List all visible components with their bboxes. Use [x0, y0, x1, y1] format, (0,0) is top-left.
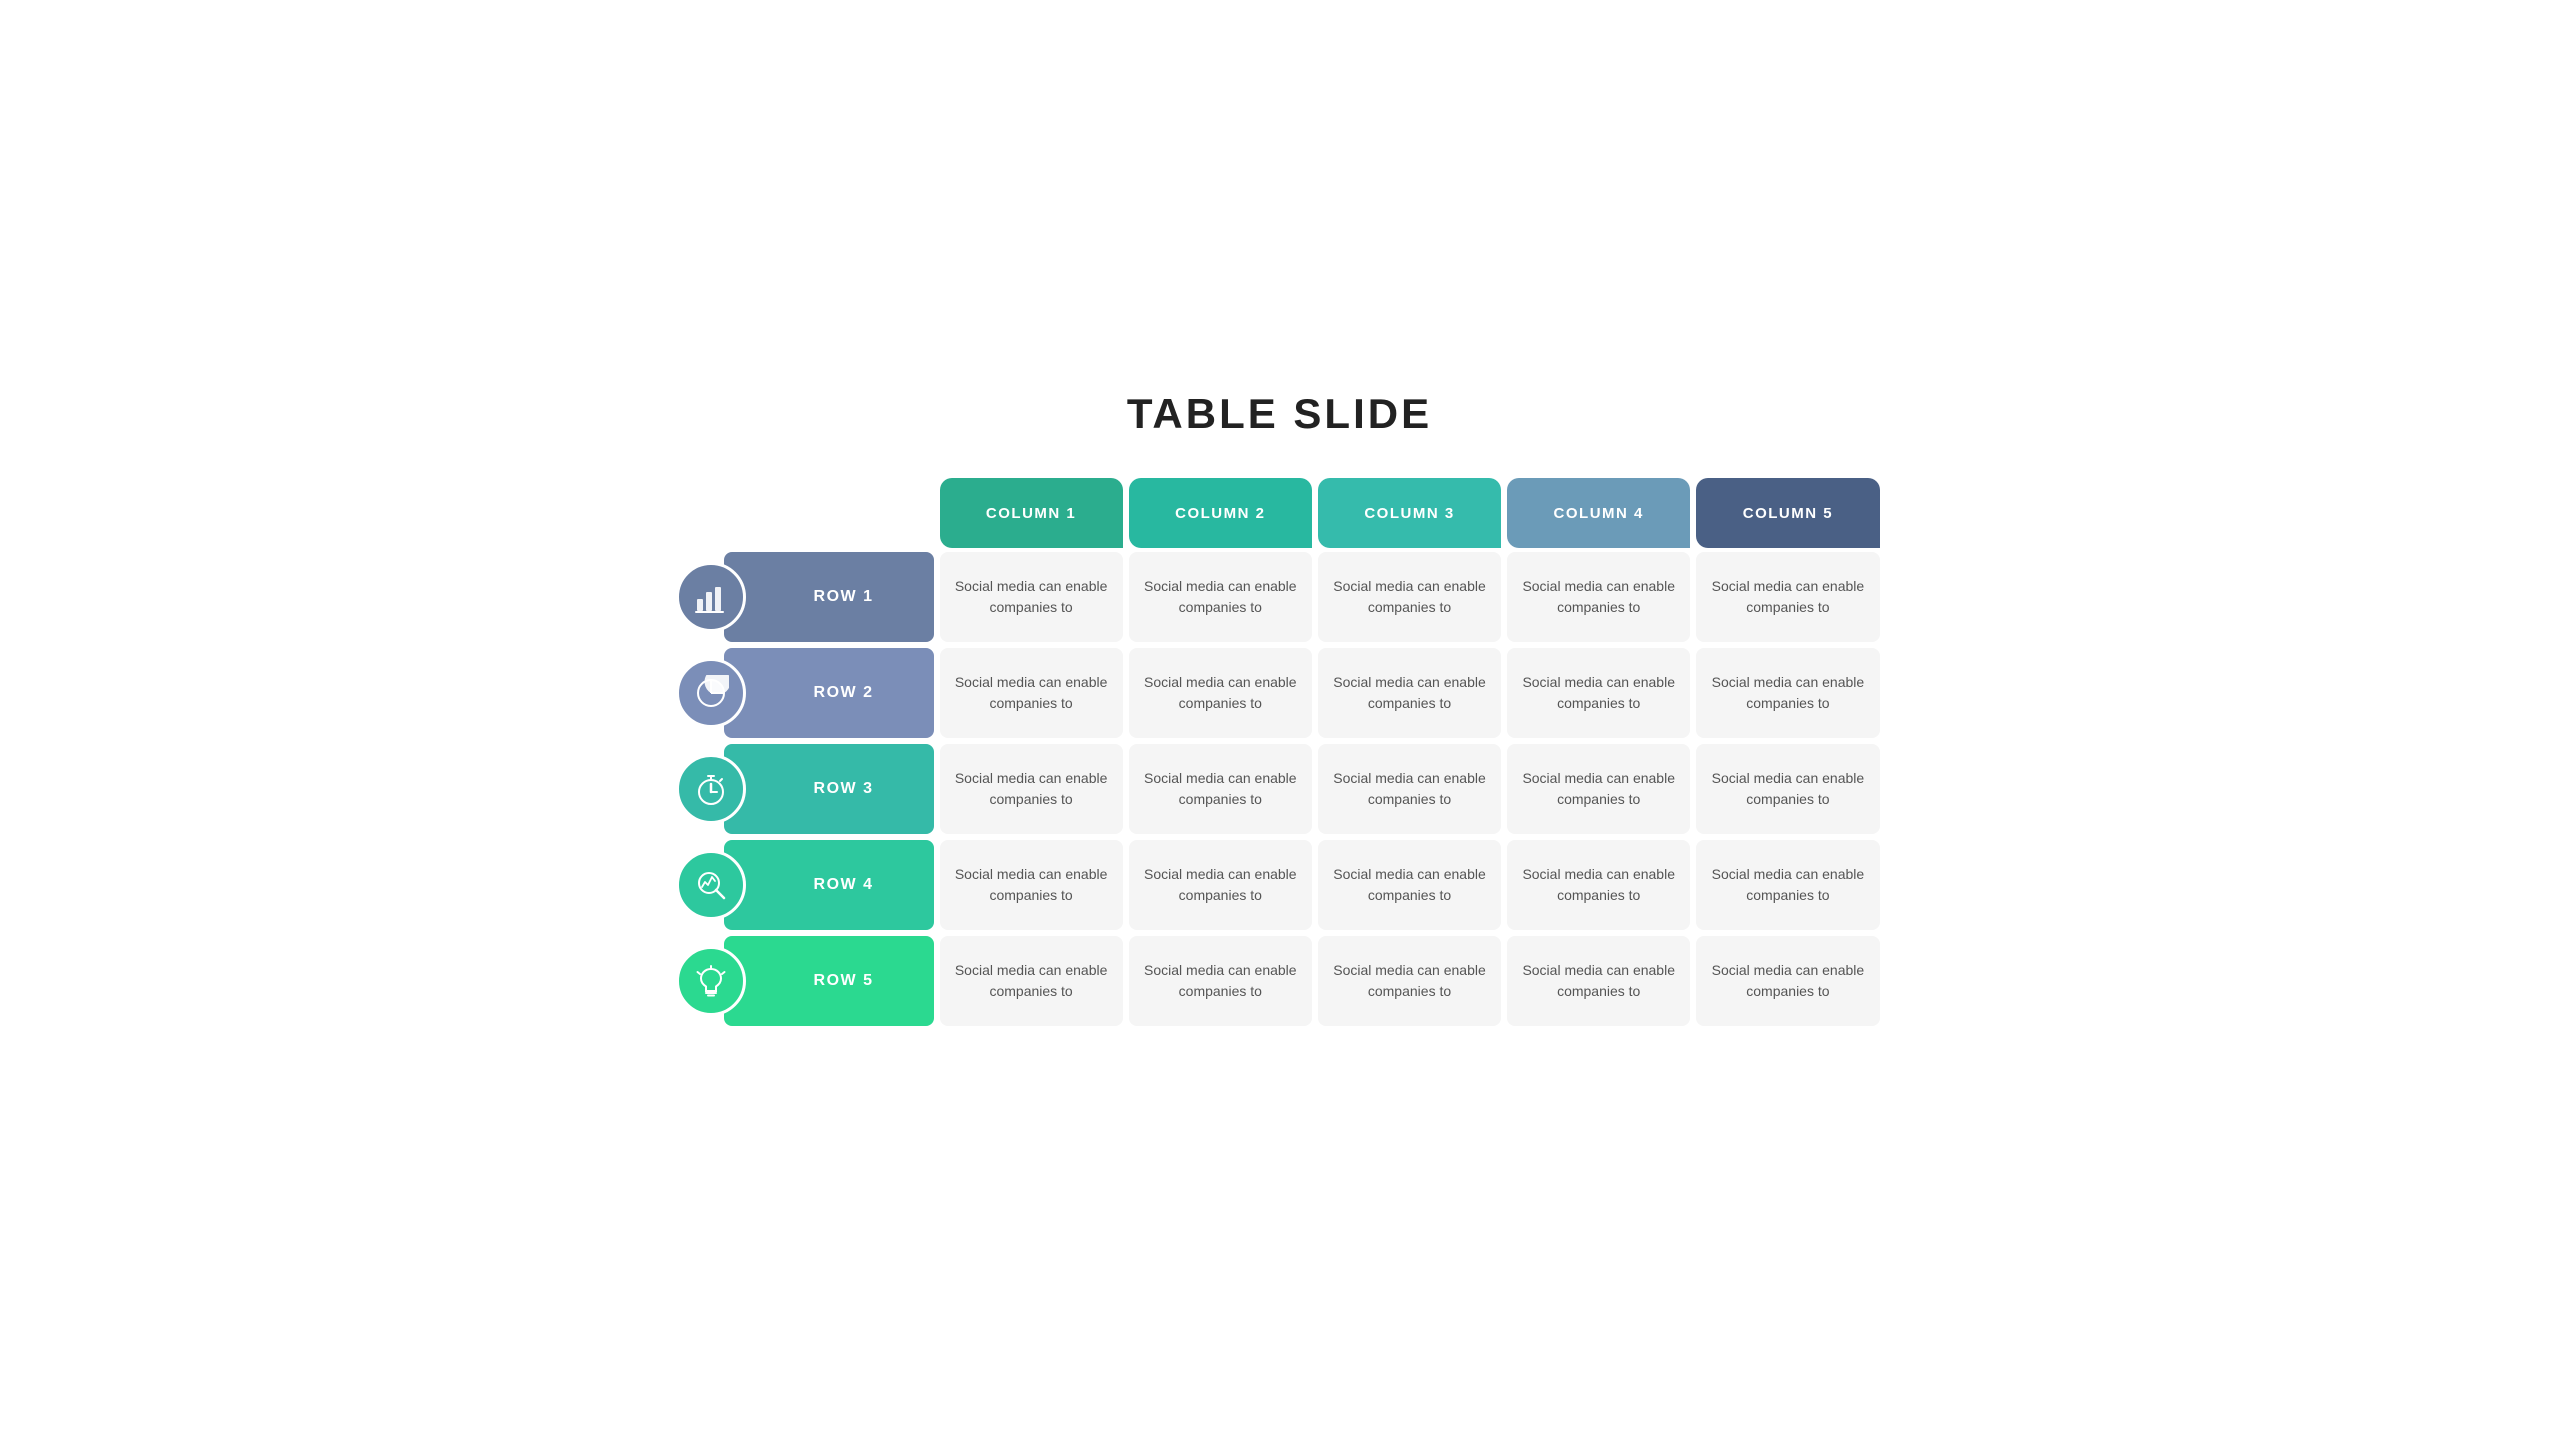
row-icon-bar-chart	[676, 562, 746, 632]
row-header-row1: ROW 1	[680, 552, 934, 642]
cell-row4-col4: Social media can enable companies to	[1507, 840, 1690, 930]
col-header-col5: COLUMN 5	[1696, 478, 1879, 548]
row-label-row2: ROW 2	[724, 648, 934, 738]
table-wrapper: COLUMN 1COLUMN 2COLUMN 3COLUMN 4COLUMN 5…	[680, 478, 1880, 1026]
cell-row1-col3: Social media can enable companies to	[1318, 552, 1501, 642]
cell-row5-col2: Social media can enable companies to	[1129, 936, 1312, 1026]
slide-container: TABLE SLIDE COLUMN 1COLUMN 2COLUMN 3COLU…	[640, 360, 1920, 1080]
col-header-col1: COLUMN 1	[940, 478, 1123, 548]
cell-row2-col3: Social media can enable companies to	[1318, 648, 1501, 738]
table-row-row1: ROW 1Social media can enable companies t…	[680, 552, 1880, 642]
col-header-col3: COLUMN 3	[1318, 478, 1501, 548]
row-label-row1: ROW 1	[724, 552, 934, 642]
cell-row2-col5: Social media can enable companies to	[1696, 648, 1879, 738]
cell-row1-col2: Social media can enable companies to	[1129, 552, 1312, 642]
col-header-col2: COLUMN 2	[1129, 478, 1312, 548]
cell-row3-col2: Social media can enable companies to	[1129, 744, 1312, 834]
cell-row5-col1: Social media can enable companies to	[940, 936, 1123, 1026]
row-header-row5: ROW 5	[680, 936, 934, 1026]
cell-row2-col2: Social media can enable companies to	[1129, 648, 1312, 738]
table-body: ROW 1Social media can enable companies t…	[680, 552, 1880, 1026]
row-icon-stopwatch	[676, 754, 746, 824]
row-header-row4: ROW 4	[680, 840, 934, 930]
row-label-row3: ROW 3	[724, 744, 934, 834]
table-row-row5: ROW 5Social media can enable companies t…	[680, 936, 1880, 1026]
cell-row4-col5: Social media can enable companies to	[1696, 840, 1879, 930]
row-label-row5: ROW 5	[724, 936, 934, 1026]
cell-row2-col1: Social media can enable companies to	[940, 648, 1123, 738]
row-icon-search-chart	[676, 850, 746, 920]
cell-row5-col5: Social media can enable companies to	[1696, 936, 1879, 1026]
cell-row5-col4: Social media can enable companies to	[1507, 936, 1690, 1026]
cell-row3-col5: Social media can enable companies to	[1696, 744, 1879, 834]
cell-row4-col3: Social media can enable companies to	[1318, 840, 1501, 930]
table-row-row4: ROW 4Social media can enable companies t…	[680, 840, 1880, 930]
cell-row4-col2: Social media can enable companies to	[1129, 840, 1312, 930]
cell-row5-col3: Social media can enable companies to	[1318, 936, 1501, 1026]
cell-row1-col5: Social media can enable companies to	[1696, 552, 1879, 642]
row-icon-pie-chart	[676, 658, 746, 728]
cell-row3-col1: Social media can enable companies to	[940, 744, 1123, 834]
cell-row3-col4: Social media can enable companies to	[1507, 744, 1690, 834]
cell-row3-col3: Social media can enable companies to	[1318, 744, 1501, 834]
cell-row1-col4: Social media can enable companies to	[1507, 552, 1690, 642]
table-row-row3: ROW 3Social media can enable companies t…	[680, 744, 1880, 834]
cell-row2-col4: Social media can enable companies to	[1507, 648, 1690, 738]
col-header-col4: COLUMN 4	[1507, 478, 1690, 548]
row-header-row2: ROW 2	[680, 648, 934, 738]
slide-title: TABLE SLIDE	[1127, 390, 1432, 438]
table-header: COLUMN 1COLUMN 2COLUMN 3COLUMN 4COLUMN 5	[940, 478, 1880, 548]
cell-row4-col1: Social media can enable companies to	[940, 840, 1123, 930]
row-header-row3: ROW 3	[680, 744, 934, 834]
row-icon-lightbulb	[676, 946, 746, 1016]
table-row-row2: ROW 2Social media can enable companies t…	[680, 648, 1880, 738]
cell-row1-col1: Social media can enable companies to	[940, 552, 1123, 642]
row-label-row4: ROW 4	[724, 840, 934, 930]
